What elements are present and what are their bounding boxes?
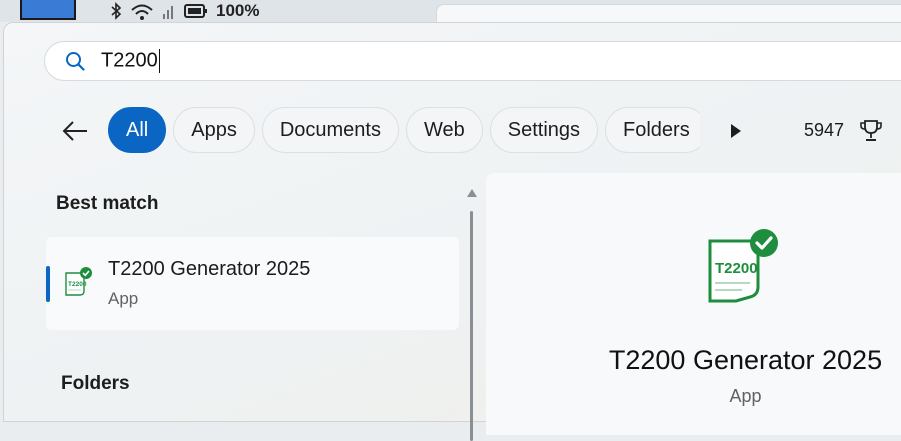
scroll-up-arrow-icon[interactable] [467, 189, 477, 197]
t2200-app-large-icon: T2200 [708, 229, 778, 303]
results-scrollbar[interactable] [466, 189, 478, 441]
back-button[interactable] [60, 116, 90, 146]
battery-percent: 100% [216, 1, 260, 20]
signal-icon [163, 6, 173, 19]
system-tray: 100% [110, 1, 260, 20]
svg-text:T2200: T2200 [715, 260, 758, 277]
svg-text:T2200: T2200 [68, 281, 87, 288]
background-taskbar: 100% [0, 0, 901, 22]
tab-settings[interactable]: Settings [489, 107, 599, 153]
background-window [436, 4, 901, 22]
battery-icon [184, 4, 207, 18]
search-input[interactable]: T2200 [44, 41, 901, 81]
search-flyout: T2200 All Apps Documents Web Settings Fo… [3, 22, 901, 441]
best-match-heading: Best match [56, 193, 159, 214]
tab-web[interactable]: Web [405, 107, 483, 153]
rewards-points[interactable]: 5947 [804, 120, 844, 141]
folders-heading: Folders [61, 373, 130, 394]
bluetooth-icon [111, 2, 122, 20]
preview-title: T2200 Generator 2025 [608, 345, 883, 375]
trophy-icon[interactable] [860, 119, 882, 143]
search-icon [66, 52, 85, 71]
preview-pane: T2200 T2200 Generator 2025 App [486, 173, 901, 435]
tab-folders[interactable]: Folders [605, 107, 700, 153]
wifi-icon [131, 4, 153, 20]
text-caret [158, 49, 160, 73]
results-list: Best match T2200 T2200 Generator 2025 Ap… [4, 173, 474, 433]
tab-apps[interactable]: Apps [173, 107, 255, 153]
background-window-tile [20, 0, 76, 20]
selection-indicator [46, 266, 50, 302]
result-title: T2200 Generator 2025 [108, 258, 311, 280]
tab-documents[interactable]: Documents [261, 107, 399, 153]
filter-bar: All Apps Documents Web Settings Folders … [4, 105, 901, 155]
preview-type: App [729, 386, 762, 406]
play-arrow-icon[interactable] [728, 122, 744, 140]
back-arrow-icon [62, 121, 87, 141]
result-type: App [108, 289, 139, 308]
tab-all[interactable]: All [108, 107, 167, 153]
filter-tabs: All Apps Documents Web Settings Folders [108, 107, 700, 155]
best-match-result[interactable]: T2200 T2200 Generator 2025 App [46, 237, 459, 330]
scroll-thumb[interactable] [470, 211, 473, 441]
search-query-text: T2200 [101, 49, 160, 73]
t2200-app-icon: T2200 [65, 267, 92, 296]
